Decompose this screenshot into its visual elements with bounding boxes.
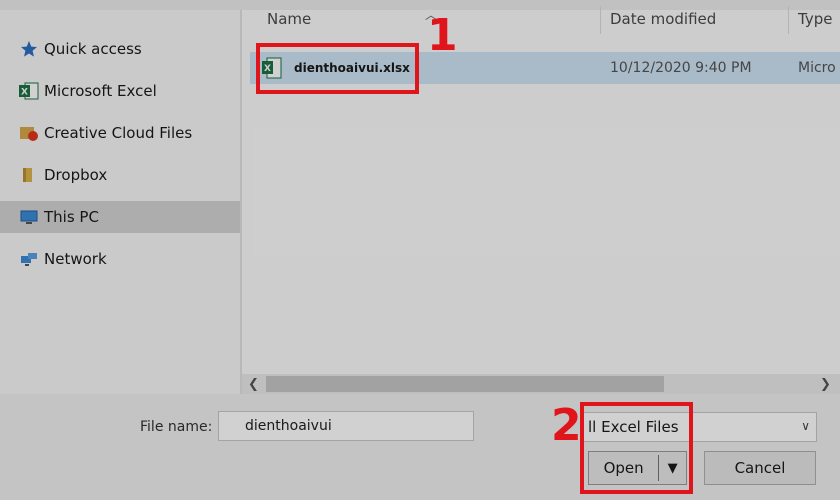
pc-icon bbox=[18, 206, 40, 228]
column-header-type[interactable]: Type bbox=[798, 0, 832, 38]
file-name-cell[interactable]: X dienthoaivui.xlsx bbox=[262, 52, 410, 84]
open-button[interactable]: Open ▼ bbox=[588, 451, 687, 485]
sidebar-item-network[interactable]: Network bbox=[0, 243, 240, 275]
svg-text:X: X bbox=[21, 88, 28, 98]
scroll-left-icon[interactable]: ❮ bbox=[248, 374, 259, 394]
sidebar-item-label: Creative Cloud Files bbox=[44, 124, 193, 142]
column-separator[interactable] bbox=[600, 6, 601, 34]
sidebar-item-label: Network bbox=[44, 250, 107, 268]
excel-file-icon: X bbox=[262, 57, 282, 79]
file-type-filter-dropdown[interactable]: ll Excel Files ∨ bbox=[583, 412, 817, 442]
file-name: dienthoaivui.xlsx bbox=[294, 61, 410, 75]
sidebar-item-label: Quick access bbox=[44, 40, 142, 58]
step-2-number: 2 bbox=[551, 400, 582, 451]
file-name-input[interactable] bbox=[218, 411, 474, 441]
step-1-number: 1 bbox=[427, 10, 458, 61]
sidebar-item-label: Dropbox bbox=[44, 166, 108, 184]
file-name-label: File name: bbox=[140, 419, 213, 435]
open-file-dialog: Quick access X Microsoft Excel Creative … bbox=[0, 0, 840, 500]
star-icon bbox=[18, 38, 40, 60]
file-type: Micro bbox=[798, 60, 836, 76]
open-button-label: Open bbox=[603, 459, 644, 477]
column-header-name[interactable]: Name bbox=[267, 0, 311, 38]
sidebar-item-microsoft-excel[interactable]: X Microsoft Excel bbox=[0, 75, 240, 107]
file-date-modified: 10/12/2020 9:40 PM bbox=[610, 60, 752, 76]
sidebar-item-dropbox[interactable]: Dropbox bbox=[0, 159, 240, 191]
creative-cloud-icon bbox=[18, 122, 40, 144]
chevron-down-icon: ∨ bbox=[801, 419, 810, 433]
sidebar-item-creative-cloud[interactable]: Creative Cloud Files bbox=[0, 117, 240, 149]
open-dropdown-arrow-icon[interactable]: ▼ bbox=[659, 461, 686, 476]
sidebar-item-this-pc[interactable]: This PC bbox=[0, 201, 240, 233]
sidebar-item-label: Microsoft Excel bbox=[44, 82, 157, 100]
svg-text:X: X bbox=[264, 64, 271, 74]
navigation-pane: Quick access X Microsoft Excel Creative … bbox=[0, 10, 240, 394]
dropbox-folder-icon bbox=[18, 164, 40, 186]
excel-icon: X bbox=[18, 80, 40, 102]
column-separator[interactable] bbox=[788, 6, 789, 34]
file-type-filter-label: ll Excel Files bbox=[588, 418, 679, 436]
scrollbar-thumb[interactable] bbox=[266, 376, 664, 392]
column-header-date-modified[interactable]: Date modified bbox=[610, 0, 716, 38]
cancel-button[interactable]: Cancel bbox=[704, 451, 816, 485]
scroll-right-icon[interactable]: ❯ bbox=[820, 374, 831, 394]
sidebar-item-label: This PC bbox=[44, 208, 99, 226]
sidebar-item-quick-access[interactable]: Quick access bbox=[0, 33, 240, 65]
network-icon bbox=[18, 248, 40, 270]
